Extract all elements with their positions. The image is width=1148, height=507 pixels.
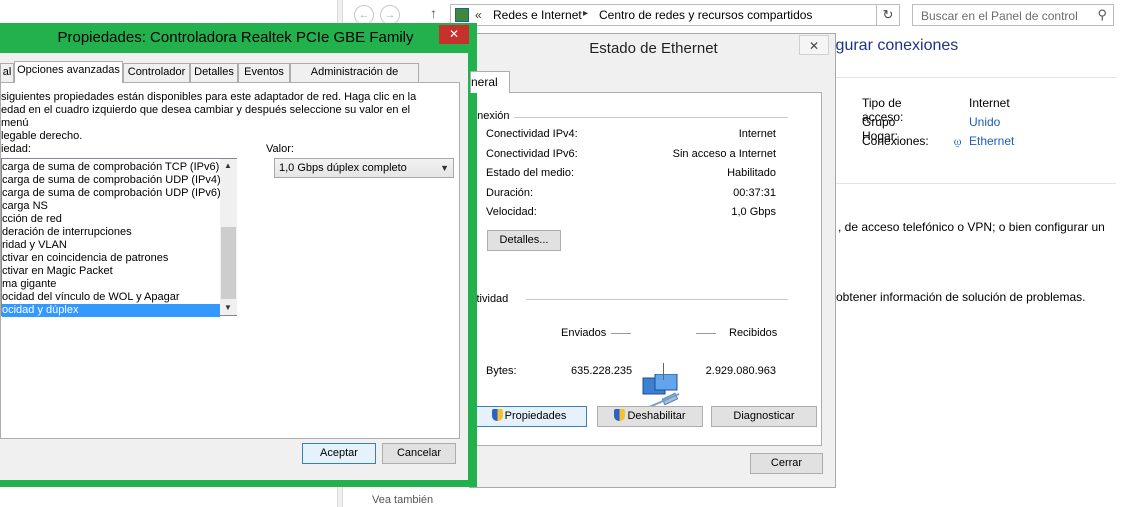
shield-icon (491, 409, 503, 421)
group-line (526, 299, 788, 300)
back-arrow-icon[interactable]: ← (354, 5, 374, 25)
list-item[interactable]: ctivar en coincidencia de patrones (2, 252, 220, 265)
breadcrumb-centro-redes[interactable]: Centro de redes y recursos compartidos (599, 8, 812, 22)
scrollbar-thumb[interactable] (221, 227, 236, 299)
list-item[interactable]: carga NS (2, 200, 220, 213)
scroll-up-icon[interactable]: ▲ (224, 161, 232, 170)
troubleshoot-text: u obtener información de solución de pro… (826, 290, 1086, 304)
disable-button-label: Deshabilitar (627, 410, 686, 422)
value-label: Valor: (266, 143, 294, 155)
property-label: iedad: (1, 143, 31, 155)
list-item[interactable]: ma gigante (2, 278, 220, 291)
duration-value: 00:37:31 (733, 187, 776, 199)
adapter-properties-dialog: Propiedades: Controladora Realtek PCIe G… (0, 23, 477, 487)
divider (836, 183, 1116, 184)
ethernet-plug-icon: ⍹ (954, 134, 962, 148)
ipv6-value: Sin acceso a Internet (672, 148, 776, 160)
media-state-label: Estado del medio: (486, 167, 575, 179)
activity-line (696, 333, 716, 334)
refresh-icon[interactable]: ↻ (876, 4, 900, 26)
ipv6-label: Conectividad IPv6: (486, 148, 578, 160)
list-scrollbar[interactable]: ▲ ▼ (220, 159, 237, 315)
configure-connections-link[interactable]: igurar conexiones (832, 37, 958, 55)
close-button[interactable]: Cerrar (750, 453, 823, 474)
speed-value: 1,0 Gbps (731, 206, 776, 218)
properties-button[interactable]: Propiedades (471, 406, 587, 427)
tab-label: neral (471, 75, 498, 89)
list-item[interactable]: deración de interrupciones (2, 226, 220, 239)
tab-advanced[interactable]: Opciones avanzadas (14, 61, 123, 83)
divider (836, 77, 1116, 78)
activity-line (611, 333, 631, 334)
list-item-selected[interactable]: ocidad y dúplex (2, 304, 220, 317)
chevron-down-icon: ▼ (440, 163, 449, 173)
description-text: siguientes propiedades están disponibles… (1, 91, 431, 143)
list-item[interactable]: carga de suma de comprobación UDP (IPv4) (2, 174, 220, 187)
ipv4-label: Conectividad IPv4: (486, 128, 578, 140)
dialog-title: Estado de Ethernet (589, 40, 718, 57)
forward-arrow-icon[interactable]: → (380, 5, 400, 25)
address-bar[interactable]: « Redes e Internet ▸ Centro de redes y r… (450, 4, 969, 26)
breadcrumb-separator-icon[interactable]: ▸ (583, 8, 588, 19)
connection-group-title: onexión (471, 110, 514, 122)
bytes-label: Bytes: (486, 365, 517, 377)
search-input[interactable]: Buscar en el Panel de control ⚲ (912, 4, 1114, 26)
list-item[interactable]: ocidad del vínculo de WOL y Apagar (2, 291, 220, 304)
ok-button[interactable]: Aceptar (302, 443, 376, 464)
value-dropdown-selected: 1,0 Gbps dúplex completo (279, 162, 407, 174)
dialog-body: al Opciones avanzadas Controlador Detall… (0, 53, 468, 480)
details-button[interactable]: Detalles... (487, 230, 561, 251)
description-line: legable derecho. (1, 130, 83, 142)
search-placeholder: Buscar en el Panel de control (921, 9, 1078, 23)
received-label: Recibidos (729, 327, 778, 339)
duration-label: Duración: (486, 187, 534, 199)
see-also-heading: Vea también (372, 494, 434, 506)
diagnose-button[interactable]: Diagnosticar (711, 406, 817, 427)
tab-driver[interactable]: Controlador (123, 63, 190, 82)
list-item[interactable]: ctivar en Magic Packet (2, 265, 220, 278)
ipv4-value: Internet (738, 128, 776, 140)
double-chevron-icon[interactable]: « (475, 8, 482, 22)
ethernet-link[interactable]: Ethernet (969, 134, 1014, 148)
close-icon[interactable]: ✕ (799, 35, 829, 55)
up-arrow-icon[interactable]: ↑ (430, 5, 437, 21)
close-icon[interactable]: ✕ (439, 25, 469, 44)
advanced-tab-panel: siguientes propiedades están disponibles… (0, 82, 460, 439)
homegroup-link[interactable]: Unido (969, 115, 1000, 129)
disable-button[interactable]: Deshabilitar (597, 406, 703, 427)
media-state-value: Habilitado (727, 167, 776, 179)
sent-label: Enviados (561, 327, 607, 339)
info-value: Internet (969, 96, 1010, 110)
list-item[interactable]: carga de suma de comprobación UDP (IPv6) (2, 187, 220, 200)
description-line: siguientes propiedades están disponibles… (1, 91, 417, 103)
shield-icon (614, 409, 626, 421)
value-dropdown[interactable]: 1,0 Gbps dúplex completo ▼ (274, 158, 454, 178)
tab-events[interactable]: Eventos (238, 63, 290, 82)
tab-general[interactable]: neral (470, 71, 510, 93)
group-line (471, 117, 788, 118)
network-folder-icon (455, 8, 469, 22)
tab-power-management[interactable]: Administración de energía (290, 63, 419, 95)
list-item[interactable]: cción de red (2, 213, 220, 226)
property-list[interactable]: carga de suma de comprobación TCP (IPv6)… (1, 158, 237, 317)
dialog-title: Propiedades: Controladora Realtek PCIe G… (57, 29, 414, 46)
breadcrumb-redes-internet[interactable]: Redes e Internet (493, 8, 582, 22)
description-line: edad en el cuadro izquierdo que desea ca… (1, 104, 411, 129)
setup-connection-text: , de acceso telefónico o VPN; o bien con… (838, 220, 1105, 234)
bytes-divider (663, 363, 664, 380)
search-icon[interactable]: ⚲ (1097, 7, 1107, 23)
general-tab-panel: onexión Conectividad IPv4: Internet Cone… (470, 92, 822, 446)
info-key: Conexiones: (862, 134, 929, 148)
speed-label: Velocidad: (486, 206, 537, 218)
bytes-received-value: 2.929.080.963 (705, 365, 776, 377)
scroll-down-icon[interactable]: ▼ (224, 303, 232, 312)
ethernet-status-dialog: Estado de Ethernet ✕ neral onexión Conec… (469, 33, 836, 488)
list-item[interactable]: ridad y VLAN (2, 239, 220, 252)
list-item[interactable]: carga de suma de comprobación TCP (IPv6) (2, 161, 220, 174)
tab-details[interactable]: Detalles (190, 63, 238, 82)
tab-general[interactable]: al (0, 63, 14, 82)
cancel-button[interactable]: Cancelar (382, 443, 456, 464)
properties-button-label: Propiedades (504, 410, 567, 422)
bytes-sent-value: 635.228.235 (571, 365, 633, 377)
